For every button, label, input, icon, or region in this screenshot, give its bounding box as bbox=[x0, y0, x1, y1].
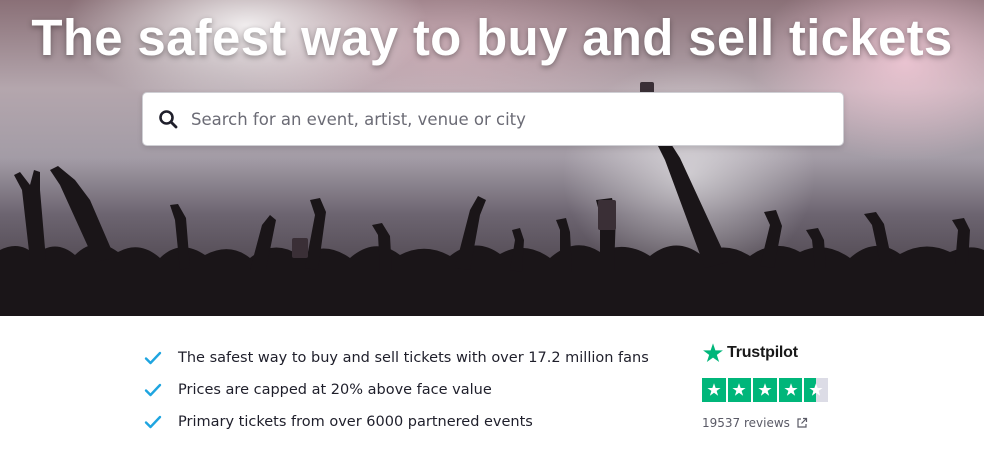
external-link-icon bbox=[797, 417, 808, 428]
feature-text: Prices are capped at 20% above face valu… bbox=[178, 382, 492, 398]
rating-star-icon bbox=[778, 378, 803, 402]
check-icon bbox=[144, 380, 164, 400]
hero-title: The safest way to buy and sell tickets bbox=[31, 9, 953, 66]
feature-item: The safest way to buy and sell tickets w… bbox=[144, 342, 649, 374]
trustpilot-logo[interactable]: Trustpilot bbox=[702, 340, 842, 366]
info-section: The safest way to buy and sell tickets w… bbox=[0, 316, 984, 471]
reviews-count: 19537 reviews bbox=[702, 416, 790, 430]
trustpilot-widget[interactable]: Trustpilot 19537 reviews bbox=[702, 340, 842, 430]
search-input[interactable] bbox=[191, 93, 843, 145]
feature-text: The safest way to buy and sell tickets w… bbox=[178, 350, 649, 366]
feature-text: Primary tickets from over 6000 partnered… bbox=[178, 414, 533, 430]
rating-star-icon bbox=[753, 378, 777, 402]
check-icon bbox=[144, 348, 164, 368]
trustpilot-star-icon bbox=[703, 343, 723, 362]
feature-item: Primary tickets from over 6000 partnered… bbox=[144, 406, 649, 438]
hero-banner: The safest way to buy and sell tickets bbox=[0, 0, 984, 316]
reviews-link[interactable]: 19537 reviews bbox=[702, 416, 842, 430]
feature-item: Prices are capped at 20% above face valu… bbox=[144, 374, 649, 406]
rating-star-icon bbox=[804, 378, 828, 402]
rating-star-icon bbox=[702, 378, 726, 402]
trustpilot-brand: Trustpilot bbox=[727, 344, 798, 361]
search-box[interactable] bbox=[142, 92, 844, 146]
check-icon bbox=[144, 412, 164, 432]
rating-star-icon bbox=[727, 378, 752, 402]
feature-list: The safest way to buy and sell tickets w… bbox=[144, 342, 649, 438]
trustpilot-rating bbox=[702, 378, 842, 402]
search-icon[interactable] bbox=[157, 108, 179, 130]
